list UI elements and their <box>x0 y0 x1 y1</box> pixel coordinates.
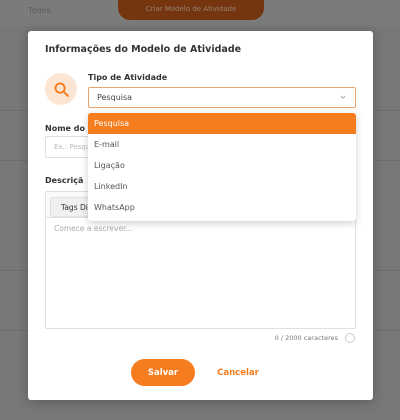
dropdown-option-email[interactable]: E-mail <box>88 134 356 155</box>
activity-template-modal: Informações do Modelo de Atividade Tipo … <box>28 31 373 400</box>
activity-type-label: Tipo de Atividade <box>88 73 168 82</box>
activity-type-select[interactable]: Pesquisa <box>88 87 356 108</box>
character-counter: 0 / 2000 caracteres <box>274 334 338 342</box>
dropdown-option-ligacao[interactable]: Ligação <box>88 155 356 176</box>
activity-type-selected-value: Pesquisa <box>97 93 133 102</box>
editor-placeholder: Comece a escrever... <box>54 224 133 233</box>
search-icon <box>54 82 69 97</box>
dropdown-option-linkedin[interactable]: LinkedIn <box>88 176 356 197</box>
modal-title: Informações do Modelo de Atividade <box>45 44 242 55</box>
activity-type-dropdown: Pesquisa E-mail Ligação LinkedIn WhatsAp… <box>88 113 356 221</box>
dropdown-option-whatsapp[interactable]: WhatsApp <box>88 197 356 218</box>
character-progress-ring <box>345 333 355 343</box>
cancel-button[interactable]: Cancelar <box>210 359 266 386</box>
activity-type-icon-badge <box>45 73 77 105</box>
chevron-down-icon <box>340 95 346 99</box>
name-input-placeholder: Ex.: Pesqu <box>54 143 91 151</box>
description-label: Descriçã <box>45 176 84 185</box>
save-button[interactable]: Salvar <box>131 359 195 386</box>
dropdown-option-pesquisa[interactable]: Pesquisa <box>88 113 356 134</box>
editor-text-area[interactable]: Comece a escrever... <box>46 218 355 239</box>
